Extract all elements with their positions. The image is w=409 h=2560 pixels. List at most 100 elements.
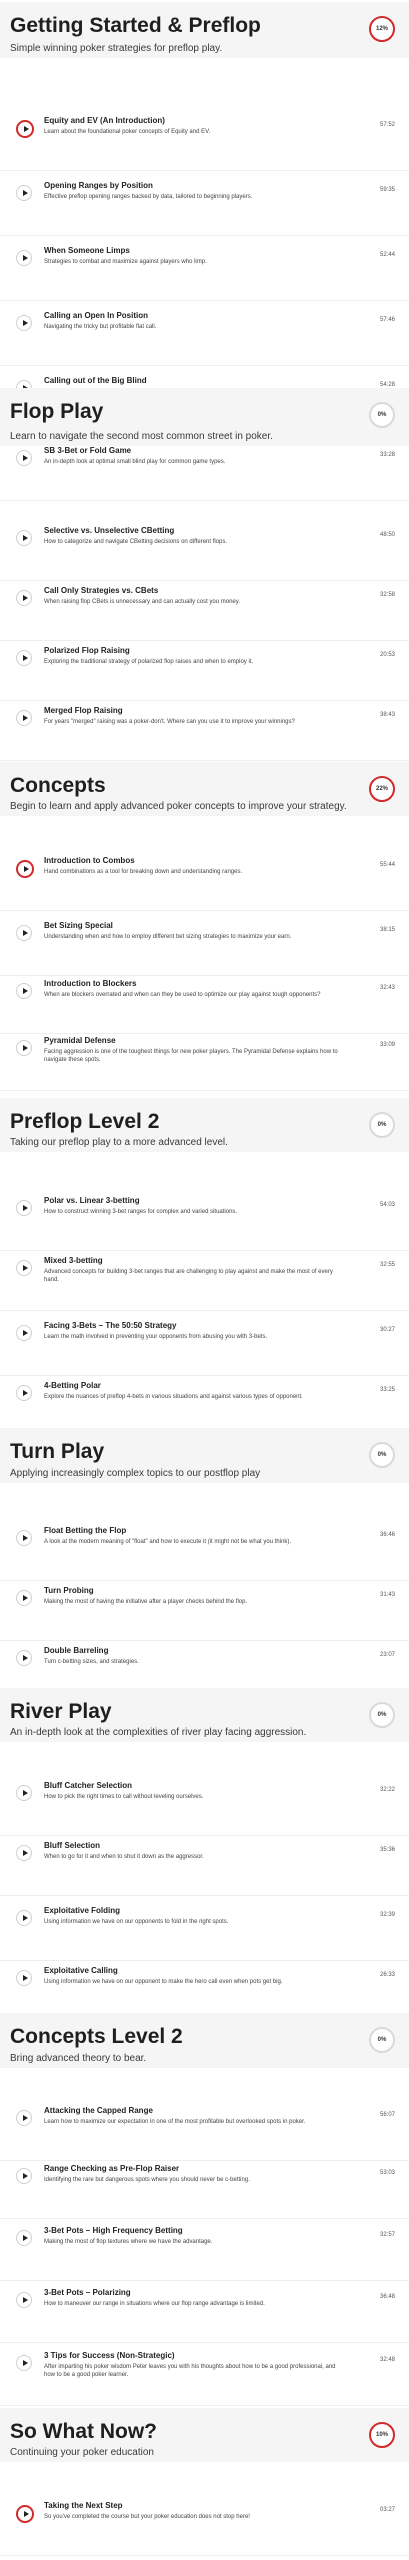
lesson-title[interactable]: Polarized Flop Raising — [44, 646, 349, 656]
lesson-title[interactable]: Double Barreling — [44, 1646, 349, 1656]
lesson-title[interactable]: Attacking the Capped Range — [44, 2106, 349, 2116]
play-icon[interactable] — [16, 1970, 32, 1986]
lesson-row[interactable]: Equity and EV (An Introduction) Learn abo… — [0, 110, 409, 171]
play-icon[interactable] — [16, 2505, 34, 2523]
lesson-description: Learn about the foundational poker conce… — [44, 129, 211, 135]
play-icon[interactable] — [16, 120, 34, 138]
lesson-title[interactable]: Merged Flop Raising — [44, 706, 349, 716]
play-icon[interactable] — [16, 1200, 32, 1216]
lesson-row[interactable]: Selective vs. Unselective CBetting How to… — [0, 520, 409, 581]
play-icon[interactable] — [16, 1325, 32, 1341]
lesson-row[interactable]: Polar vs. Linear 3-betting How to constru… — [0, 1190, 409, 1251]
lesson-row[interactable]: Float Betting the Flop A look at the mode… — [0, 1520, 409, 1581]
play-icon[interactable] — [16, 650, 32, 666]
lesson-duration: 57:46 — [379, 317, 395, 323]
lesson-row[interactable]: Introduction to Combos Hand combinations … — [0, 850, 409, 911]
lesson-row[interactable]: Pyramidal Defense Facing aggression is on… — [0, 1030, 409, 1091]
lesson-row[interactable]: Merged Flop Raising For years "merged" ra… — [0, 700, 409, 761]
lesson-title[interactable]: Float Betting the Flop — [44, 1526, 349, 1536]
lesson-row[interactable]: 3-Bet Pots – Polarizing How to maneuver o… — [0, 2282, 409, 2343]
lesson-row[interactable]: Turn Probing Making the most of having th… — [0, 1580, 409, 1641]
section-title: Concepts — [10, 774, 106, 797]
play-icon[interactable] — [16, 1650, 32, 1666]
lesson-title[interactable]: Exploitative Calling — [44, 1966, 349, 1976]
lesson-row[interactable]: 3 Tips for Success (Non-Strategic) After … — [0, 2345, 409, 2406]
lesson-title[interactable]: Exploitative Folding — [44, 1906, 349, 1916]
lesson-row[interactable]: Exploitative Calling Using information we… — [0, 1960, 409, 2021]
lesson-title[interactable]: 3 Tips for Success (Non-Strategic) — [44, 2351, 349, 2361]
lesson-title[interactable]: Calling out of the Big Blind — [44, 376, 349, 386]
lesson-title[interactable]: 3-Bet Pots – High Frequency Betting — [44, 2226, 349, 2236]
lesson-title[interactable]: Bluff Catcher Selection — [44, 1781, 349, 1791]
play-icon[interactable] — [16, 1260, 32, 1276]
lesson-title[interactable]: Turn Probing — [44, 1586, 349, 1596]
play-icon[interactable] — [16, 2110, 32, 2126]
lesson-title[interactable]: Call Only Strategies vs. CBets — [44, 586, 349, 596]
lesson-title[interactable]: Mixed 3-betting — [44, 1256, 349, 1266]
lesson-row[interactable]: Polarized Flop Raising Exploring the trad… — [0, 640, 409, 701]
play-icon[interactable] — [16, 2230, 32, 2246]
lesson-title[interactable]: Taking the Next Step — [44, 2501, 349, 2511]
lesson-title[interactable]: Pyramidal Defense — [44, 1036, 349, 1046]
lesson-row[interactable]: Bluff Catcher Selection How to pick the r… — [0, 1775, 409, 1836]
lesson-row[interactable]: Bet Sizing Special Understanding when and… — [0, 915, 409, 976]
play-icon[interactable] — [16, 710, 32, 726]
play-icon[interactable] — [16, 925, 32, 941]
play-icon[interactable] — [16, 450, 32, 466]
lesson-row[interactable]: Taking the Next Step So you've completed … — [0, 2495, 409, 2556]
lesson-title[interactable]: Range Checking as Pre-Flop Raiser — [44, 2164, 349, 2174]
lesson-row[interactable]: Attacking the Capped Range Learn how to m… — [0, 2100, 409, 2161]
lesson-title[interactable]: Facing 3-Bets – The 50:50 Strategy — [44, 1321, 349, 1331]
lesson-title[interactable]: 4-Betting Polar — [44, 1381, 349, 1391]
lesson-title[interactable]: When Someone Limps — [44, 246, 349, 256]
lesson-row[interactable]: Calling an Open In Position Navigating th… — [0, 305, 409, 366]
lesson-title[interactable]: SB 3-Bet or Fold Game — [44, 446, 349, 456]
play-icon[interactable] — [16, 2292, 32, 2308]
play-icon[interactable] — [16, 590, 32, 606]
lesson-row[interactable]: Introduction to Blockers When are blocker… — [0, 973, 409, 1034]
section-title: River Play — [10, 1700, 112, 1723]
lesson-row[interactable]: SB 3-Bet or Fold Game An in-depth look at… — [0, 440, 409, 501]
play-icon[interactable] — [16, 860, 34, 878]
play-icon[interactable] — [16, 1530, 32, 1546]
play-icon[interactable] — [16, 315, 32, 331]
lesson-title[interactable]: Introduction to Blockers — [44, 979, 349, 989]
lesson-row[interactable]: Mixed 3-betting Advanced concepts for bui… — [0, 1250, 409, 1311]
play-icon[interactable] — [16, 1785, 32, 1801]
play-icon[interactable] — [16, 2168, 32, 2184]
play-icon[interactable] — [16, 530, 32, 546]
lesson-title[interactable]: Polar vs. Linear 3-betting — [44, 1196, 349, 1206]
lesson-row[interactable]: Bluff Selection When to go for it and whe… — [0, 1835, 409, 1896]
lesson-row[interactable]: Call Only Strategies vs. CBets When raisi… — [0, 580, 409, 641]
lesson-row[interactable]: Range Checking as Pre-Flop Raiser Identif… — [0, 2158, 409, 2219]
lesson-title[interactable]: Calling an Open In Position — [44, 311, 349, 321]
lesson-duration: 38:15 — [379, 927, 395, 933]
lesson-title[interactable]: 3-Bet Pots – Polarizing — [44, 2288, 349, 2298]
lesson-title[interactable]: Selective vs. Unselective CBetting — [44, 526, 349, 536]
lesson-duration: 23:07 — [379, 1652, 395, 1658]
lesson-duration: 03:27 — [379, 2507, 395, 2513]
play-icon[interactable] — [16, 1590, 32, 1606]
play-icon[interactable] — [16, 983, 32, 999]
lesson-title[interactable]: Bet Sizing Special — [44, 921, 349, 931]
play-icon[interactable] — [16, 250, 32, 266]
play-icon[interactable] — [16, 1040, 32, 1056]
play-icon[interactable] — [16, 185, 32, 201]
play-icon[interactable] — [16, 1385, 32, 1401]
lesson-title[interactable]: Introduction to Combos — [44, 856, 349, 866]
lesson-duration: 55:44 — [379, 862, 395, 868]
play-icon[interactable] — [16, 1910, 32, 1926]
lesson-title[interactable]: Bluff Selection — [44, 1841, 349, 1851]
lesson-title[interactable]: Equity and EV (An Introduction) — [44, 116, 349, 126]
lesson-duration: 30:27 — [379, 1327, 395, 1333]
lesson-row[interactable]: 4-Betting Polar Explore the nuances of pr… — [0, 1375, 409, 1436]
lesson-row[interactable]: Opening Ranges by Position Effective pref… — [0, 175, 409, 236]
lesson-row[interactable]: When Someone Limps Strategies to combat a… — [0, 240, 409, 301]
section-subtitle: Applying increasingly complex topics to … — [10, 1468, 261, 1479]
lesson-title[interactable]: Opening Ranges by Position — [44, 181, 349, 191]
lesson-row[interactable]: 3-Bet Pots – High Frequency Betting Makin… — [0, 2220, 409, 2281]
lesson-row[interactable]: Facing 3-Bets – The 50:50 Strategy Learn … — [0, 1315, 409, 1376]
play-icon[interactable] — [16, 2355, 32, 2371]
play-icon[interactable] — [16, 1845, 32, 1861]
lesson-row[interactable]: Exploitative Folding Using information we… — [0, 1900, 409, 1961]
